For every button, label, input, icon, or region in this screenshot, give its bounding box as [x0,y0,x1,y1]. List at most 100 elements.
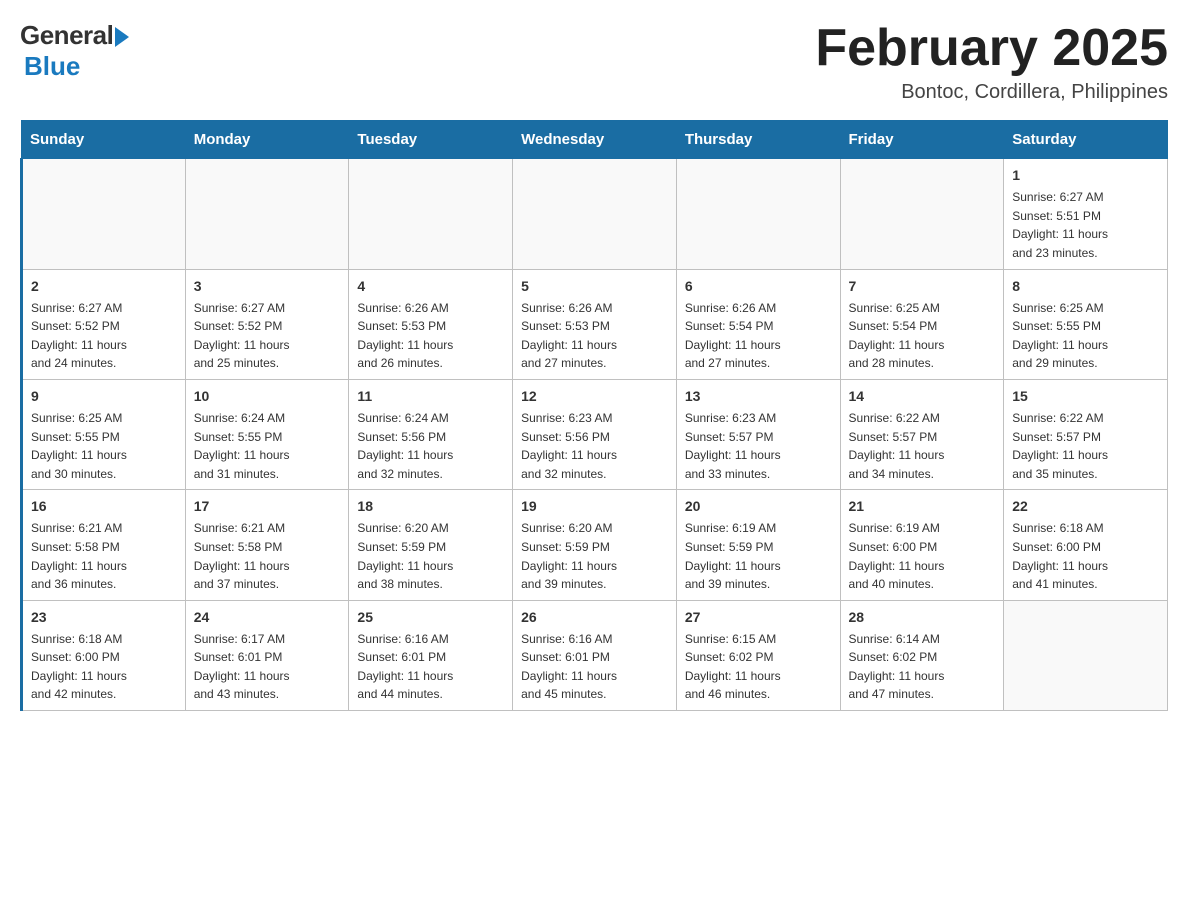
day-number: 20 [685,496,832,517]
day-number: 24 [194,607,341,628]
day-info: Sunrise: 6:27 AM Sunset: 5:52 PM Dayligh… [31,299,177,373]
calendar-week-row: 9Sunrise: 6:25 AM Sunset: 5:55 PM Daylig… [22,379,1168,489]
day-number: 6 [685,276,832,297]
day-number: 12 [521,386,668,407]
calendar-week-row: 1Sunrise: 6:27 AM Sunset: 5:51 PM Daylig… [22,159,1168,269]
day-info: Sunrise: 6:25 AM Sunset: 5:55 PM Dayligh… [1012,299,1159,373]
day-number: 17 [194,496,341,517]
day-of-week-header: Sunday [22,121,186,159]
day-number: 13 [685,386,832,407]
calendar-day-cell: 3Sunrise: 6:27 AM Sunset: 5:52 PM Daylig… [185,269,349,379]
calendar-day-cell: 14Sunrise: 6:22 AM Sunset: 5:57 PM Dayli… [840,379,1004,489]
day-number: 7 [849,276,996,297]
day-number: 9 [31,386,177,407]
day-info: Sunrise: 6:16 AM Sunset: 6:01 PM Dayligh… [357,630,504,704]
calendar-day-cell: 10Sunrise: 6:24 AM Sunset: 5:55 PM Dayli… [185,379,349,489]
calendar-day-cell: 15Sunrise: 6:22 AM Sunset: 5:57 PM Dayli… [1004,379,1168,489]
calendar-day-cell: 18Sunrise: 6:20 AM Sunset: 5:59 PM Dayli… [349,490,513,600]
day-info: Sunrise: 6:26 AM Sunset: 5:53 PM Dayligh… [357,299,504,373]
logo-blue-text: Blue [24,51,80,82]
calendar-header: SundayMondayTuesdayWednesdayThursdayFrid… [22,121,1168,159]
calendar-day-cell: 12Sunrise: 6:23 AM Sunset: 5:56 PM Dayli… [513,379,677,489]
calendar-day-cell: 9Sunrise: 6:25 AM Sunset: 5:55 PM Daylig… [22,379,186,489]
day-info: Sunrise: 6:27 AM Sunset: 5:52 PM Dayligh… [194,299,341,373]
day-number: 14 [849,386,996,407]
day-info: Sunrise: 6:18 AM Sunset: 6:00 PM Dayligh… [31,630,177,704]
calendar-day-cell [185,159,349,269]
calendar-day-cell: 22Sunrise: 6:18 AM Sunset: 6:00 PM Dayli… [1004,490,1168,600]
calendar-day-cell: 24Sunrise: 6:17 AM Sunset: 6:01 PM Dayli… [185,600,349,710]
calendar-week-row: 23Sunrise: 6:18 AM Sunset: 6:00 PM Dayli… [22,600,1168,710]
day-number: 28 [849,607,996,628]
day-info: Sunrise: 6:20 AM Sunset: 5:59 PM Dayligh… [521,519,668,593]
logo-general-text: General [20,20,113,51]
day-info: Sunrise: 6:21 AM Sunset: 5:58 PM Dayligh… [194,519,341,593]
day-info: Sunrise: 6:19 AM Sunset: 6:00 PM Dayligh… [849,519,996,593]
day-number: 5 [521,276,668,297]
day-info: Sunrise: 6:24 AM Sunset: 5:56 PM Dayligh… [357,409,504,483]
day-info: Sunrise: 6:20 AM Sunset: 5:59 PM Dayligh… [357,519,504,593]
calendar-day-cell: 7Sunrise: 6:25 AM Sunset: 5:54 PM Daylig… [840,269,1004,379]
day-info: Sunrise: 6:23 AM Sunset: 5:56 PM Dayligh… [521,409,668,483]
calendar-day-cell: 23Sunrise: 6:18 AM Sunset: 6:00 PM Dayli… [22,600,186,710]
day-info: Sunrise: 6:15 AM Sunset: 6:02 PM Dayligh… [685,630,832,704]
calendar-day-cell: 28Sunrise: 6:14 AM Sunset: 6:02 PM Dayli… [840,600,1004,710]
calendar-location: Bontoc, Cordillera, Philippines [815,81,1168,104]
calendar-day-cell: 2Sunrise: 6:27 AM Sunset: 5:52 PM Daylig… [22,269,186,379]
day-number: 8 [1012,276,1159,297]
day-info: Sunrise: 6:24 AM Sunset: 5:55 PM Dayligh… [194,409,341,483]
calendar-table: SundayMondayTuesdayWednesdayThursdayFrid… [20,120,1168,711]
calendar-day-cell: 13Sunrise: 6:23 AM Sunset: 5:57 PM Dayli… [676,379,840,489]
day-of-week-header: Wednesday [513,121,677,159]
calendar-day-cell [840,159,1004,269]
calendar-day-cell [676,159,840,269]
day-of-week-header: Thursday [676,121,840,159]
day-number: 22 [1012,496,1159,517]
calendar-day-cell: 16Sunrise: 6:21 AM Sunset: 5:58 PM Dayli… [22,490,186,600]
day-number: 18 [357,496,504,517]
calendar-week-row: 16 Sunrise: 6:21 AM Sunset: 5:58 PM Dayli… [22,490,1168,600]
day-number: 10 [194,386,341,407]
day-info: Sunrise: 6:22 AM Sunset: 5:57 PM Dayligh… [849,409,996,483]
calendar-day-cell [513,159,677,269]
calendar-day-cell [349,159,513,269]
calendar-day-cell: 19Sunrise: 6:20 AM Sunset: 5:59 PM Dayli… [513,490,677,600]
day-of-week-header: Saturday [1004,121,1168,159]
day-of-week-header: Monday [185,121,349,159]
day-of-week-header: Friday [840,121,1004,159]
day-of-week-header: Tuesday [349,121,513,159]
day-info: Sunrise: 6:22 AM Sunset: 5:57 PM Dayligh… [1012,409,1159,483]
calendar-day-cell: 1Sunrise: 6:27 AM Sunset: 5:51 PM Daylig… [1004,159,1168,269]
calendar-day-cell: 26Sunrise: 6:16 AM Sunset: 6:01 PM Dayli… [513,600,677,710]
day-number: 3 [194,276,341,297]
logo-arrow-icon [115,27,129,47]
day-number: 25 [357,607,504,628]
calendar-week-row: 2Sunrise: 6:27 AM Sunset: 5:52 PM Daylig… [22,269,1168,379]
calendar-day-cell: 4Sunrise: 6:26 AM Sunset: 5:53 PM Daylig… [349,269,513,379]
calendar-day-cell: 8Sunrise: 6:25 AM Sunset: 5:55 PM Daylig… [1004,269,1168,379]
day-info: Sunrise: 6:19 AM Sunset: 5:59 PM Dayligh… [685,519,832,593]
day-info: Sunrise: 6:14 AM Sunset: 6:02 PM Dayligh… [849,630,996,704]
calendar-day-cell: 5Sunrise: 6:26 AM Sunset: 5:53 PM Daylig… [513,269,677,379]
day-number: 1 [1012,165,1159,186]
calendar-day-cell [1004,600,1168,710]
day-info: Sunrise: 6:18 AM Sunset: 6:00 PM Dayligh… [1012,519,1159,593]
day-number: 19 [521,496,668,517]
day-info: Sunrise: 6:26 AM Sunset: 5:53 PM Dayligh… [521,299,668,373]
day-info: Sunrise: 6:17 AM Sunset: 6:01 PM Dayligh… [194,630,341,704]
day-number: 27 [685,607,832,628]
day-number: 26 [521,607,668,628]
day-number: 4 [357,276,504,297]
logo: General Blue [20,20,129,82]
header-row: SundayMondayTuesdayWednesdayThursdayFrid… [22,121,1168,159]
calendar-day-cell: 6Sunrise: 6:26 AM Sunset: 5:54 PM Daylig… [676,269,840,379]
calendar-day-cell: 27Sunrise: 6:15 AM Sunset: 6:02 PM Dayli… [676,600,840,710]
calendar-body: 1Sunrise: 6:27 AM Sunset: 5:51 PM Daylig… [22,159,1168,711]
calendar-day-cell: 25Sunrise: 6:16 AM Sunset: 6:01 PM Dayli… [349,600,513,710]
day-info: Sunrise: 6:25 AM Sunset: 5:54 PM Dayligh… [849,299,996,373]
day-info: Sunrise: 6:25 AM Sunset: 5:55 PM Dayligh… [31,409,177,483]
calendar-day-cell: 20Sunrise: 6:19 AM Sunset: 5:59 PM Dayli… [676,490,840,600]
day-number: 16 [31,496,177,517]
calendar-month-year: February 2025 [815,20,1168,77]
day-info: Sunrise: 6:27 AM Sunset: 5:51 PM Dayligh… [1012,188,1159,262]
